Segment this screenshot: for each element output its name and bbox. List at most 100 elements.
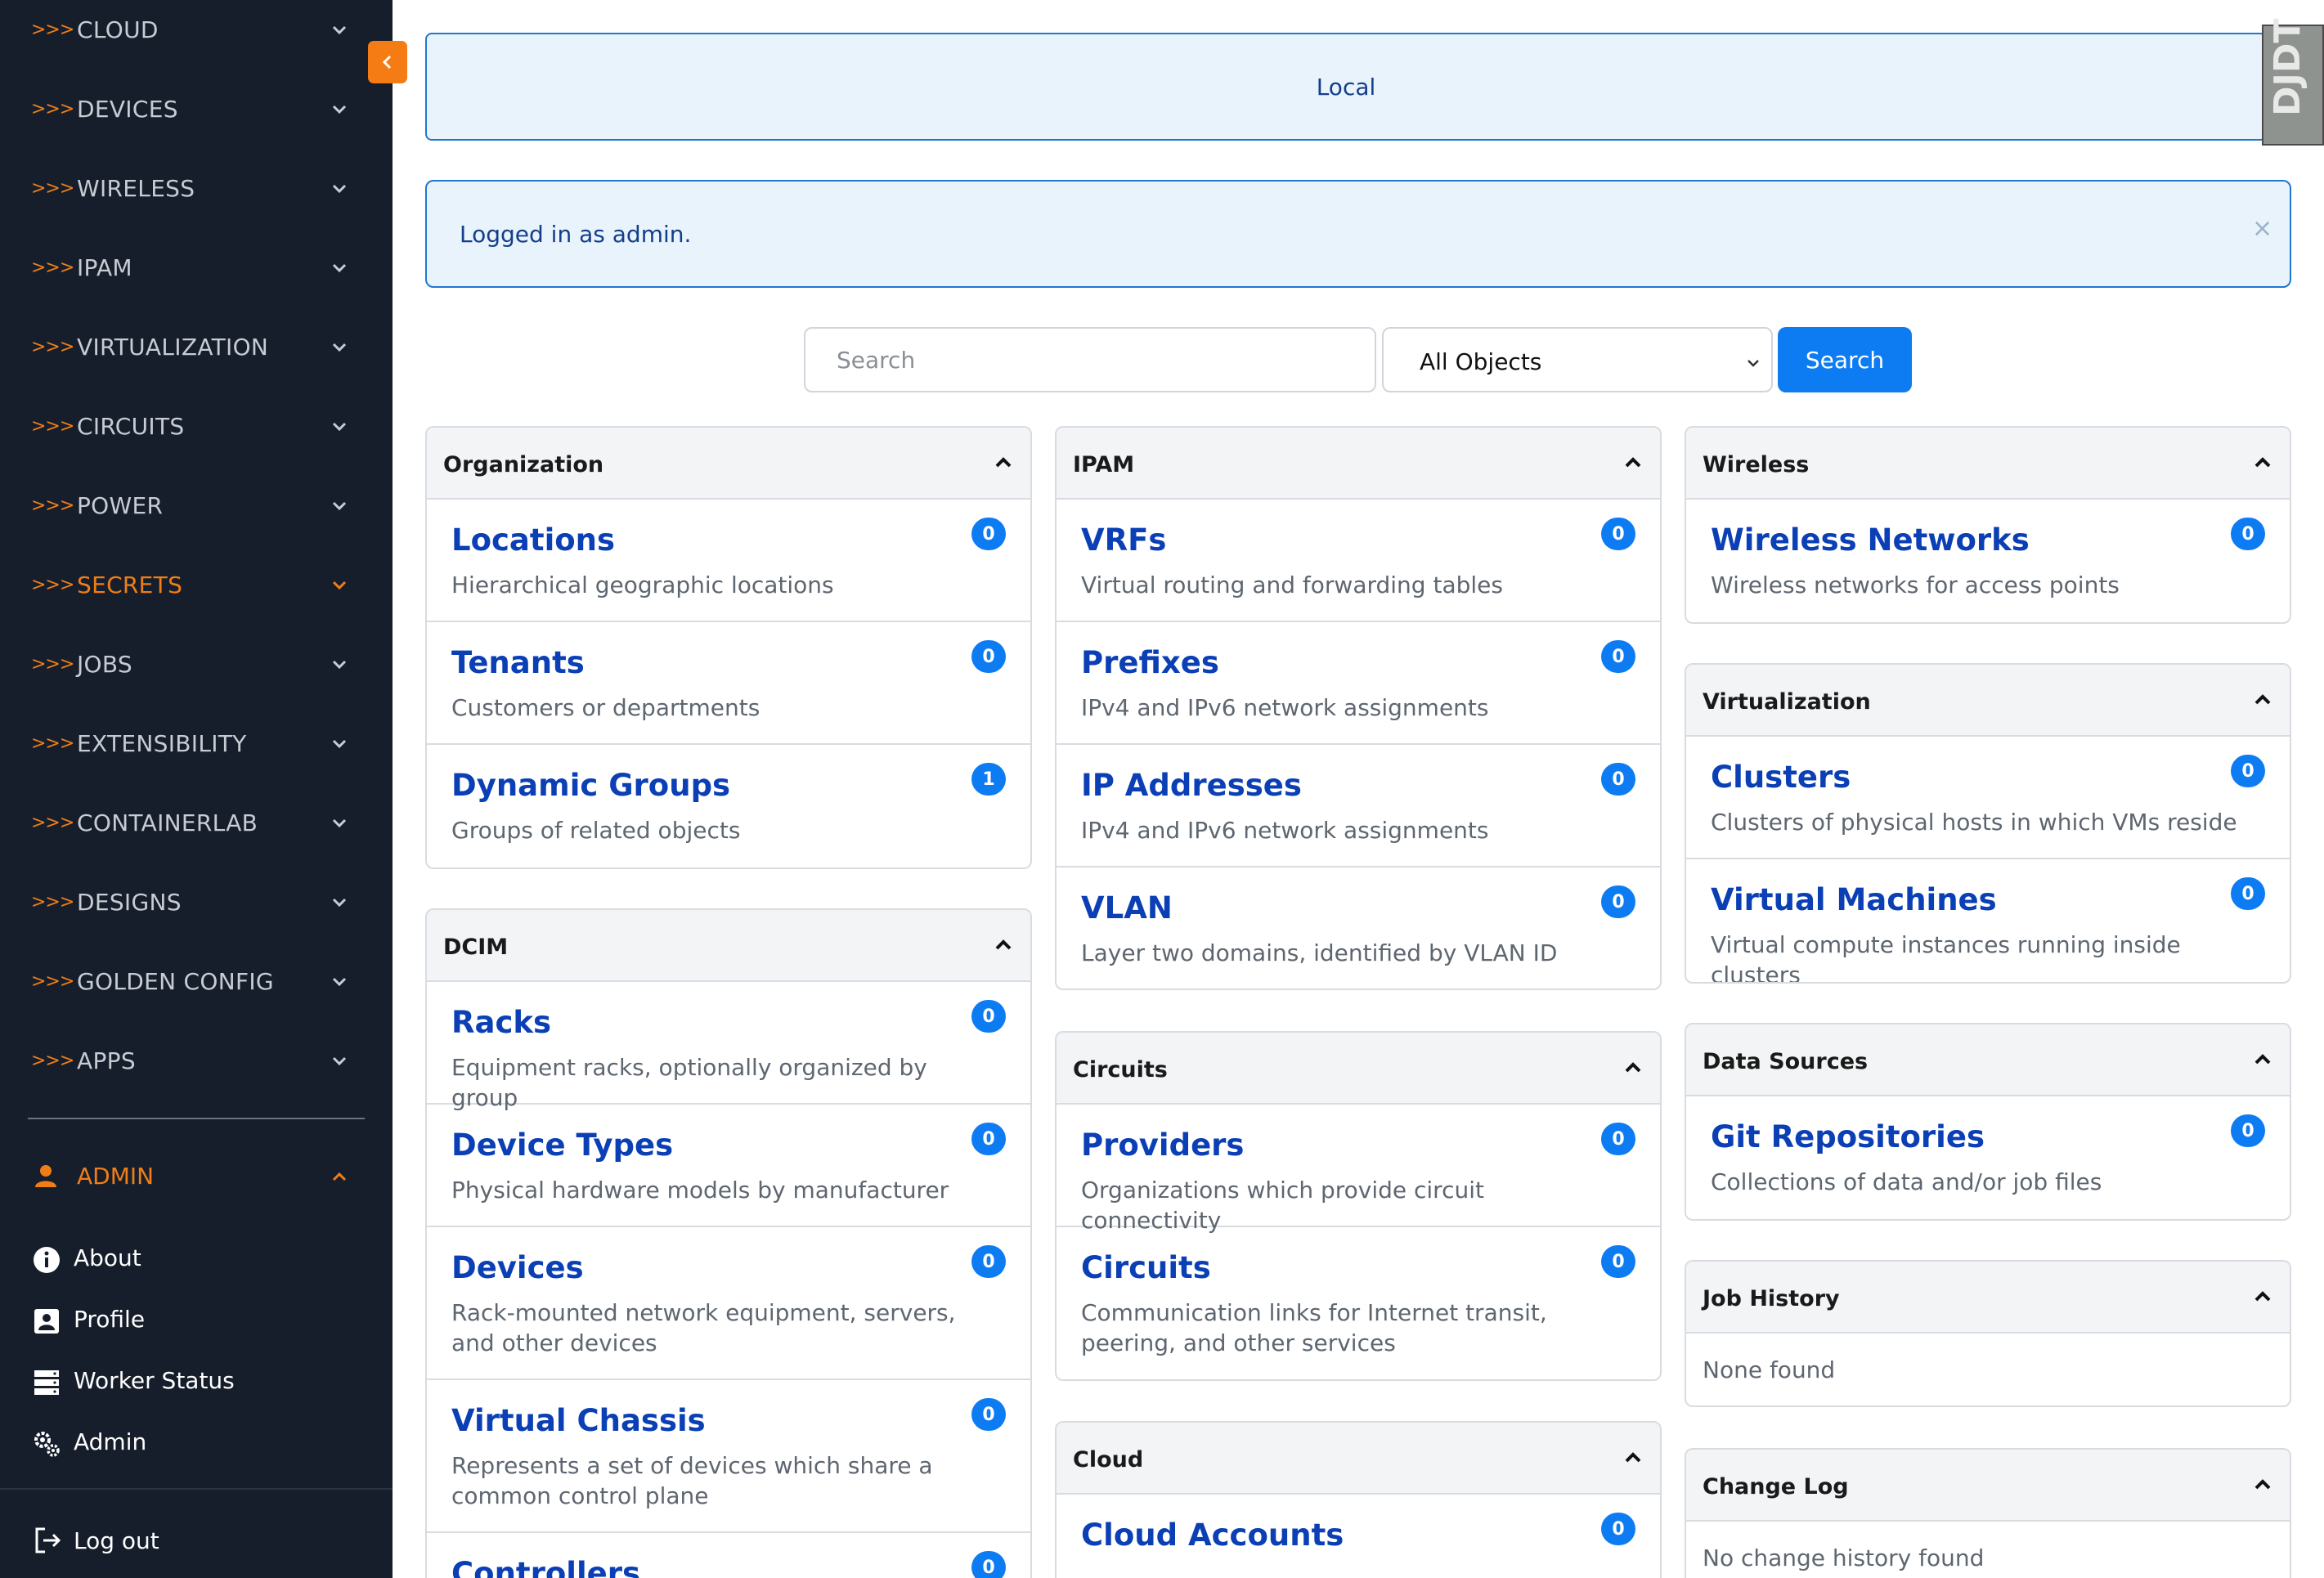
count-badge: 0 [971,518,1006,550]
info-icon [33,1246,61,1274]
item-description: Represents a set of devices which share … [451,1452,933,1509]
admin-link-label: Admin [74,1428,147,1455]
item-description: Virtual routing and forwarding tables [1081,572,1503,598]
nav-item-circuits[interactable]: >>> CIRCUITS [0,387,393,466]
logout-label: Log out [74,1527,159,1554]
panel-ipam: IPAM VRFs 0 Virtual routing and forwardi… [1055,426,1662,990]
list-item: Virtual Chassis 0 Represents a set of de… [427,1380,1030,1533]
nav-item-jobs[interactable]: >>> JOBS [0,625,393,704]
item-link[interactable]: VLAN [1081,890,1173,926]
chevron-down-icon [1745,355,1761,371]
nav-item-secrets[interactable]: >>> SECRETS [0,545,393,625]
nav-label: EXTENSIBILITY [77,730,247,757]
item-link[interactable]: Providers [1081,1127,1244,1163]
count-badge: 0 [1601,1123,1635,1155]
item-link[interactable]: VRFs [1081,522,1166,558]
panel-title: Organization [443,452,604,477]
list-item: Racks 0 Equipment racks, optionally orga… [427,982,1030,1111]
item-link[interactable]: Locations [451,522,615,558]
item-link[interactable]: Dynamic Groups [451,768,730,803]
nav-item-designs[interactable]: >>> DESIGNS [0,863,393,942]
item-link[interactable]: Clusters [1711,760,1851,795]
profile-link[interactable]: Profile [0,1291,393,1348]
about-link[interactable]: About [0,1230,393,1287]
search-button[interactable]: Search [1778,327,1912,392]
count-badge: 0 [1601,640,1635,673]
chevron-up-icon [2254,1054,2271,1065]
item-link[interactable]: Controllers [451,1556,640,1578]
item-link[interactable]: Virtual Chassis [451,1403,706,1438]
nav-item-ipam[interactable]: >>> IPAM [0,228,393,307]
item-link[interactable]: Device Types [451,1127,673,1163]
panel-header[interactable]: Wireless [1686,428,2290,500]
count-badge: 0 [1601,1245,1635,1278]
panel-dcim: DCIM Racks 0 Equipment racks, optionally… [425,908,1032,1578]
nav-item-cloud[interactable]: >>> CLOUD [0,0,393,69]
panel-header[interactable]: IPAM [1057,428,1660,500]
item-link[interactable]: Virtual Machines [1711,882,1997,917]
list-item: Locations 0 Hierarchical geographic loca… [427,500,1030,622]
count-badge: 0 [971,1551,1006,1578]
nav-prefix: >>> [31,258,74,278]
item-link[interactable]: Circuits [1081,1250,1211,1285]
nav-label: CIRCUITS [77,413,185,440]
worker-status-link[interactable]: Worker Status [0,1352,393,1410]
panel-header[interactable]: Organization [427,428,1030,500]
item-link[interactable]: Cloud Accounts [1081,1517,1344,1553]
nav-label: SECRETS [77,572,183,598]
chevron-up-icon [995,939,1012,950]
nav-item-devices[interactable]: >>> DEVICES [0,69,393,149]
debug-toolbar-handle[interactable]: DJDT [2262,19,2324,146]
search-input[interactable] [804,327,1376,392]
panel-header[interactable]: Circuits [1057,1033,1660,1105]
panel-header[interactable]: Job History [1686,1262,2290,1334]
chevron-up-icon [2254,457,2271,468]
item-link[interactable]: Prefixes [1081,645,1219,680]
sidebar: >>> CLOUD >>> DEVICES >>> WIRELESS >>> I… [0,0,393,1578]
empty-message: None found [1703,1356,1836,1383]
count-badge: 0 [1601,763,1635,796]
panel-header[interactable]: Change Log [1686,1450,2290,1522]
nav-item-admin[interactable]: ADMIN [0,1140,393,1213]
count-badge: 0 [2231,518,2265,550]
count-badge: 0 [971,1123,1006,1155]
logout-link[interactable]: Log out [0,1513,393,1570]
list-item: VLAN 0 Layer two domains, identified by … [1057,867,1660,988]
profile-icon [33,1307,61,1335]
nav-prefix: >>> [31,733,74,754]
nav-item-containerlab[interactable]: >>> CONTAINERLAB [0,783,393,863]
nav-prefix: >>> [31,1051,74,1071]
list-item: Virtual Machines 0 Virtual compute insta… [1686,859,2290,982]
chevron-down-icon [330,21,348,39]
list-item: Devices 0 Rack-mounted network equipment… [427,1227,1030,1380]
nav-label: DEVICES [77,96,178,123]
nav-item-wireless[interactable]: >>> WIRELESS [0,149,393,228]
panel-header[interactable]: DCIM [427,910,1030,982]
nav-item-golden-config[interactable]: >>> GOLDEN CONFIG [0,942,393,1021]
item-link[interactable]: Wireless Networks [1711,522,2030,558]
close-icon[interactable]: × [2252,214,2272,243]
item-link[interactable]: Racks [451,1005,551,1040]
nav-prefix: >>> [31,416,74,437]
nav-prefix: >>> [31,337,74,357]
panel-header[interactable]: Virtualization [1686,665,2290,737]
nav-item-extensibility[interactable]: >>> EXTENSIBILITY [0,704,393,783]
item-link[interactable]: Devices [451,1250,584,1285]
item-description: Wireless networks for access points [1711,572,2120,598]
panel-header[interactable]: Data Sources [1686,1024,2290,1096]
count-badge: 0 [971,1398,1006,1431]
search-scope-select[interactable]: All Objects [1382,327,1773,392]
item-link[interactable]: IP Addresses [1081,768,1302,803]
count-badge: 0 [1601,1513,1635,1545]
nav-item-virtualization[interactable]: >>> VIRTUALIZATION [0,307,393,387]
environment-label: Local [1316,73,1376,101]
nav-label: APPS [77,1047,136,1074]
nav-item-apps[interactable]: >>> APPS [0,1021,393,1101]
admin-link[interactable]: Admin [0,1414,393,1471]
item-link[interactable]: Git Repositories [1711,1119,1985,1154]
item-link[interactable]: Tenants [451,645,585,680]
panel-title: Data Sources [1703,1049,1869,1074]
sidebar-collapse-button[interactable] [368,41,407,83]
nav-item-power[interactable]: >>> POWER [0,466,393,545]
panel-header[interactable]: Cloud [1057,1423,1660,1495]
